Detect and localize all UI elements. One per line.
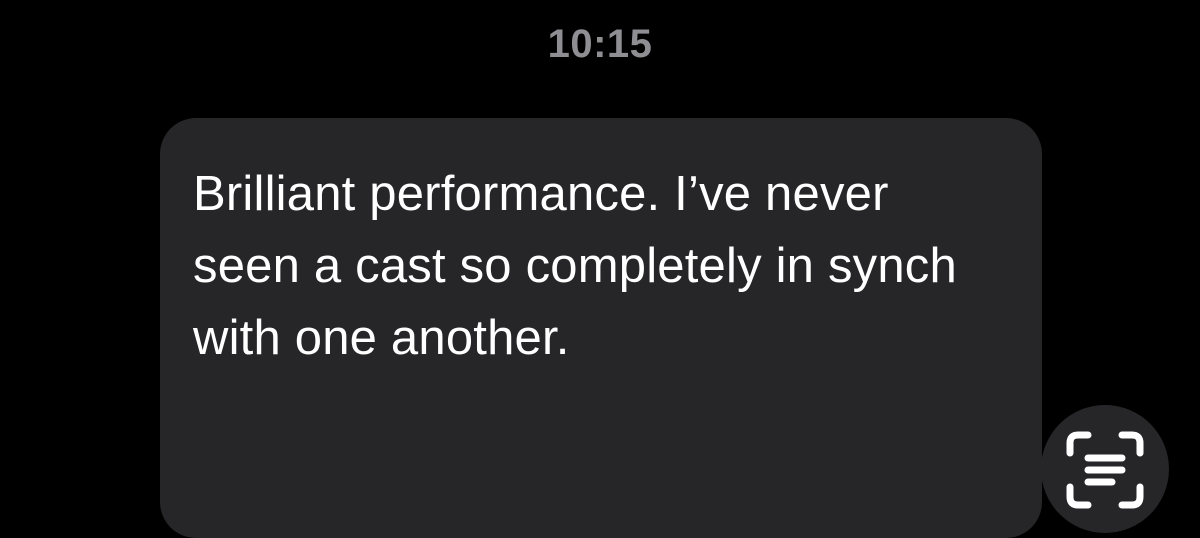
live-text-button[interactable]: [1041, 405, 1169, 533]
message-bubble[interactable]: Brilliant performance. I’ve never seen a…: [160, 118, 1042, 538]
message-timestamp: 10:15: [547, 22, 653, 66]
message-text: Brilliant performance. I’ve never seen a…: [193, 167, 957, 365]
text-scan-icon: [1066, 431, 1144, 509]
